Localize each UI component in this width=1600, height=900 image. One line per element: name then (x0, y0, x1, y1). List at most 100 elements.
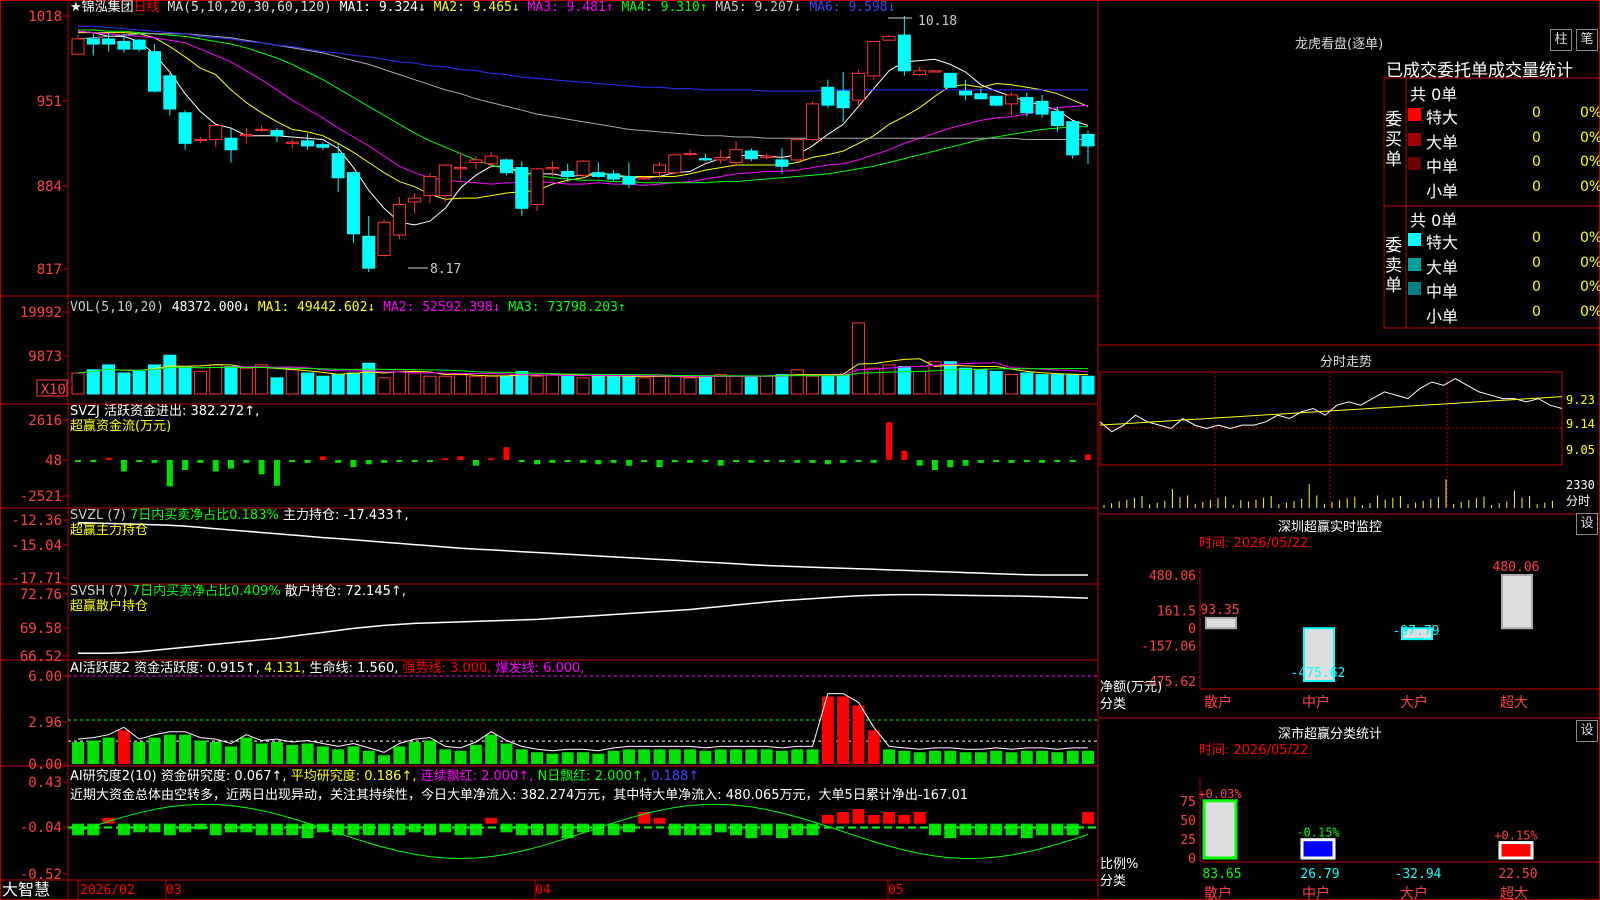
fund-flow-bar (457, 456, 464, 460)
sz-monitor-settings-button[interactable]: 设 (1576, 513, 1598, 535)
activity-bar (1051, 752, 1064, 764)
class-change-label: +0.15% (1494, 829, 1538, 843)
volume-bar (530, 375, 544, 395)
volume-bar (423, 375, 437, 395)
ma-line-ma5 (77, 33, 1088, 140)
volume-bar (744, 375, 758, 395)
candle-body (1004, 94, 1018, 105)
activity-bar (439, 749, 452, 764)
volume-bar (484, 375, 498, 395)
fund-flow-bar (886, 422, 893, 460)
volume-bar (653, 375, 667, 395)
fund-flow-bar (319, 456, 326, 460)
fund-flow-bar (870, 460, 877, 463)
class-category: 中户 (1302, 885, 1330, 900)
fund-flow-bar (243, 460, 250, 463)
activity-bar (791, 749, 804, 764)
activity-bar (867, 730, 880, 764)
fund-flow-bar (916, 460, 923, 466)
sell-row-2: 中单 0 0% (1404, 278, 1600, 301)
activity-bar (944, 750, 957, 764)
buy-row-0: 特大 0 0% (1404, 104, 1600, 127)
monitor-axis-label: 161.5 (1157, 604, 1196, 619)
tick-mode-button[interactable]: 笔 (1576, 29, 1598, 51)
stock-name[interactable]: ★锦泓集团 (70, 0, 134, 15)
candle-body (86, 38, 100, 45)
svzj-axis-label: 2616 (28, 413, 62, 429)
class-value-label: 26.79 (1300, 867, 1339, 882)
fund-flow-bar (503, 447, 510, 460)
period-label[interactable]: 日线 (134, 0, 160, 15)
sell-count: 0 (1532, 230, 1541, 246)
volume-bar (1035, 374, 1049, 395)
ai2-research: AI研究度2(10) 资金研究度: 0.067↑, (70, 769, 287, 784)
svzj-axis-label: -2521 (20, 489, 62, 505)
research-bar (607, 823, 620, 836)
buy-pct: 0% (1580, 129, 1600, 146)
buy-label: 中单 (1426, 157, 1459, 176)
sell-count: 0 (1532, 254, 1541, 271)
fund-flow-bar (442, 458, 449, 461)
bar-mode-button[interactable]: 柱 (1550, 29, 1572, 51)
activity-bar (270, 742, 283, 764)
candle-body (132, 39, 146, 50)
volume-bar (499, 375, 513, 395)
buy-pct: 0% (1580, 105, 1600, 121)
sell-count: 0 (1532, 303, 1541, 320)
sell-row-1: 大单 0 0% (1404, 254, 1600, 277)
research-bar (1020, 823, 1033, 839)
monitor-value-label: 480.06 (1493, 560, 1540, 575)
vol-ma1: MA1: 49442.602↓ (257, 300, 376, 315)
intraday-axis-low: 9.05 (1566, 443, 1595, 457)
activity-bar (730, 749, 743, 764)
trading-chart-canvas[interactable]: 1018951884817199929873X10261648-2521-12.… (0, 0, 1600, 900)
activity-bar (561, 752, 574, 764)
candle-body (637, 177, 651, 180)
candle-body (255, 128, 269, 131)
ai2-consecutive-red: 连续飘红: 2.000↑, (420, 769, 534, 784)
candle-body (882, 35, 896, 41)
candle-body (913, 70, 927, 76)
fund-flow-bar (595, 460, 602, 465)
date-label-apr: 04 (535, 883, 551, 898)
volume-bar (607, 375, 621, 395)
candle-body (1035, 100, 1049, 115)
candle-body (561, 170, 575, 177)
activity-bar (378, 755, 391, 764)
buy-row-2: 中单 0 0% (1404, 153, 1600, 176)
ma1-value: MA1: 9.324↓ (339, 0, 426, 15)
candle-body (331, 153, 345, 179)
volume-bar (331, 374, 345, 395)
research-bar (898, 814, 911, 824)
research-bar (423, 823, 436, 836)
volume-bar (392, 369, 406, 395)
date-label-may: 05 (888, 883, 904, 898)
fund-flow-bar (120, 460, 127, 472)
activity-bar (760, 749, 773, 764)
research-bar (913, 812, 926, 824)
fund-flow-bar (488, 458, 495, 461)
activity-bar (745, 749, 758, 764)
activity-bar (928, 750, 941, 764)
activity-bar (133, 742, 146, 764)
sz-class-settings-button[interactable]: 设 (1576, 720, 1598, 742)
candle-body (974, 93, 988, 100)
sell-label: 小单 (1426, 306, 1459, 326)
research-bar (959, 823, 972, 836)
research-bar (1036, 823, 1049, 836)
candle-body (744, 150, 758, 160)
svzl-name: SVZL (7) (70, 508, 126, 523)
volume-bar (224, 366, 238, 395)
research-bar (1082, 812, 1094, 824)
candle-body (438, 164, 452, 197)
research-bar (378, 823, 391, 836)
volume-bar (454, 374, 468, 395)
fund-flow-bar (702, 460, 709, 462)
fund-flow-bar (289, 460, 296, 462)
ma-params: MA(5,10,20,30,60,120) (167, 0, 332, 15)
ma2-value: MA2: 9.465↓ (433, 0, 520, 15)
low-annotation: 8.17 (430, 262, 462, 277)
ai2-legend: AI研究度2(10) 资金研究度: 0.067↑, 平均研究度: 0.186↑,… (70, 769, 699, 785)
volume-bar (576, 377, 590, 395)
research-bar (546, 823, 559, 836)
